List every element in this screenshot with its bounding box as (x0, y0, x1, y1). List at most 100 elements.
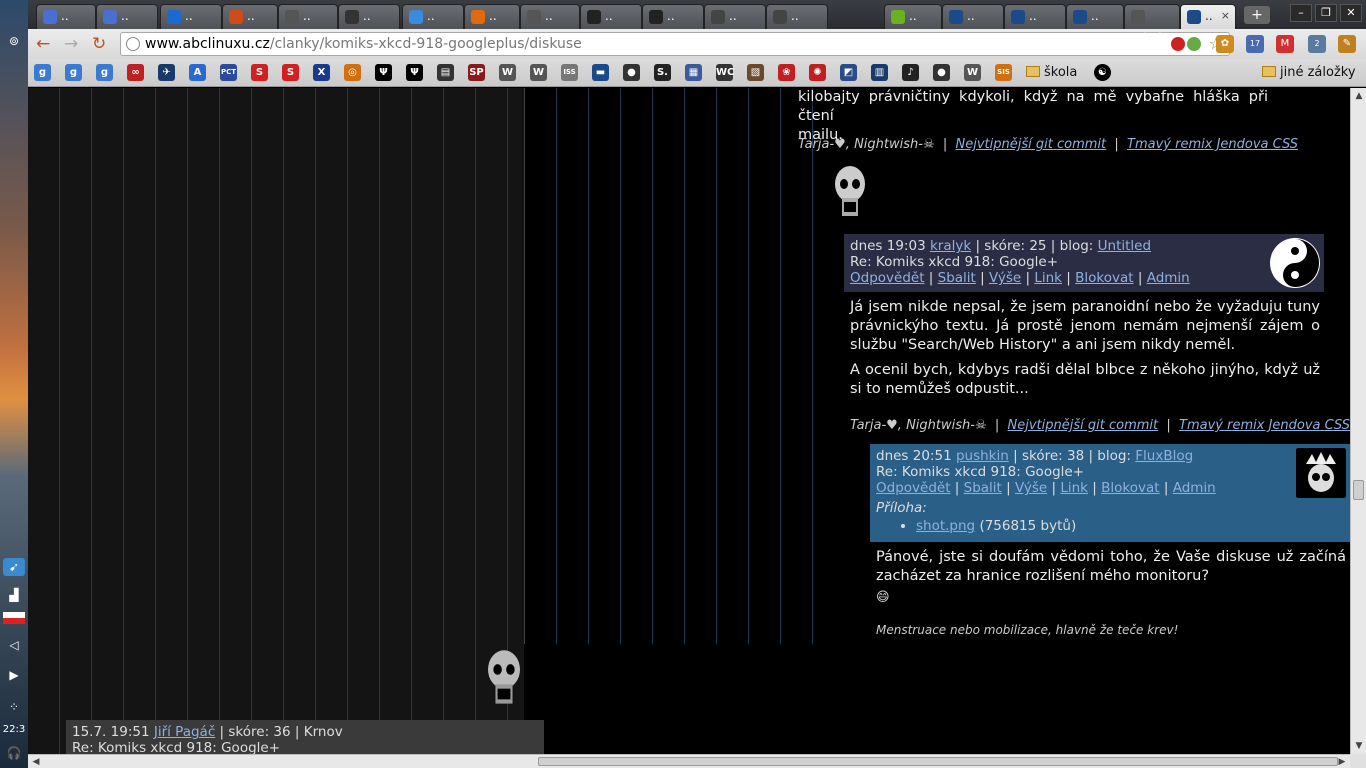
bookmark-icon[interactable]: Ψ (375, 64, 392, 81)
collapse-link[interactable]: Sbalit (938, 270, 976, 286)
bookmark-icon[interactable]: ▦ (685, 64, 702, 81)
media-play-icon[interactable]: ▶ (3, 666, 25, 684)
vertical-scroll-thumb[interactable] (1353, 480, 1364, 500)
tab[interactable]: .. (222, 4, 278, 29)
bookmark-icon[interactable]: ISS (561, 64, 578, 81)
bookmark-icon[interactable]: ▤ (437, 64, 454, 81)
admin-link[interactable]: Admin (1147, 270, 1190, 286)
attachment-link[interactable]: shot.png (916, 518, 975, 534)
maximize-button[interactable]: ❐ (1315, 4, 1337, 22)
signature-link-css-remix[interactable]: Tmavý remix Jendova CSS (1179, 418, 1350, 433)
bookmark-icon[interactable]: ▥ (871, 64, 888, 81)
tab-close-icon[interactable]: × (1221, 5, 1230, 27)
bookmark-folder-skola[interactable]: škola (1026, 63, 1077, 83)
bookmark-icon[interactable]: g (34, 64, 51, 81)
blog-link[interactable]: Untitled (1098, 238, 1151, 254)
headphones-icon[interactable]: 🎧 (3, 744, 25, 762)
bookmark-icon[interactable]: ◩ (840, 64, 857, 81)
bookmark-icon[interactable]: ✈ (158, 64, 175, 81)
bookmark-icon[interactable]: ▬ (592, 64, 609, 81)
bookmark-icon[interactable]: ● (933, 64, 950, 81)
vertical-scrollbar[interactable]: ▲ ▼ (1350, 88, 1366, 754)
reload-icon[interactable]: ↻ (92, 34, 106, 54)
gmail-icon[interactable]: M (1276, 35, 1294, 53)
tab[interactable]: .. (520, 4, 580, 29)
collapse-link[interactable]: Sbalit (964, 480, 1002, 496)
bookmark-icon[interactable]: W (499, 64, 516, 81)
wrench-menu-icon[interactable]: ✎ (1338, 35, 1356, 53)
kde-menu-icon[interactable]: ⊚ (3, 32, 25, 50)
reply-link[interactable]: Odpovědět (876, 480, 951, 496)
forward-arrow-icon[interactable]: → (64, 34, 78, 54)
keyboard-layout-cz-icon[interactable] (3, 612, 25, 624)
page-extension-icon[interactable] (1187, 37, 1201, 51)
author-link[interactable]: kralyk (930, 238, 971, 254)
block-link[interactable]: Blokovat (1075, 270, 1133, 286)
scroll-right-arrow-icon[interactable]: ▶ (1336, 756, 1348, 768)
kde-clock[interactable]: 22:3 (0, 724, 28, 735)
network-activity-icon[interactable]: ⁘ (3, 698, 25, 716)
extension-sync-icon[interactable]: 2 (1308, 35, 1326, 53)
volume-icon[interactable]: ◁ (3, 636, 25, 654)
bookmark-icon[interactable]: SP (468, 64, 485, 81)
bookmark-icon[interactable]: ✺ (809, 64, 826, 81)
tab[interactable]: .. (96, 4, 158, 29)
author-link[interactable]: Jiří Pagáč (154, 724, 215, 740)
tab[interactable]: .. (278, 4, 338, 29)
new-tab-button[interactable]: + (1244, 6, 1270, 24)
bookmark-icon[interactable]: X (313, 64, 330, 81)
permalink-link[interactable]: Link (1034, 270, 1062, 286)
tab[interactable]: .. (642, 4, 704, 29)
tab[interactable]: .. (338, 4, 400, 29)
bookmark-icon[interactable]: W (964, 64, 981, 81)
bookmark-icon[interactable]: ❀ (778, 64, 795, 81)
bookmark-icon[interactable]: ● (623, 64, 640, 81)
bookmark-folder-other[interactable]: jiné záložky (1262, 63, 1356, 83)
extension-basket-icon[interactable]: ✿ (1216, 35, 1234, 53)
horizontal-scrollbar[interactable]: ◀ ▶ (28, 754, 1350, 768)
tab[interactable]: .. (464, 4, 520, 29)
bookmark-icon[interactable]: S (251, 64, 268, 81)
bookmark-icon[interactable]: A (189, 64, 206, 81)
tab[interactable]: .. (766, 4, 828, 29)
adblock-icon[interactable] (1171, 37, 1185, 51)
admin-link[interactable]: Admin (1173, 480, 1216, 496)
bookmark-icon[interactable]: PCT (220, 64, 237, 81)
horizontal-scroll-thumb[interactable] (538, 757, 1338, 766)
scroll-left-arrow-icon[interactable]: ◀ (30, 756, 42, 768)
scroll-down-arrow-icon[interactable]: ▼ (1353, 740, 1365, 752)
extension-reader-icon[interactable]: 17 (1246, 35, 1264, 53)
tab[interactable]: .. (160, 4, 222, 29)
block-link[interactable]: Blokovat (1101, 480, 1159, 496)
bookmark-icon[interactable]: WC (716, 64, 734, 81)
tab[interactable]: .. (1004, 4, 1066, 29)
signal-strength-icon[interactable]: ▟ (3, 586, 25, 604)
signature-link-git-commit[interactable]: Nejvtipnější git commit (1008, 418, 1159, 433)
signature-link-css-remix[interactable]: Tmavý remix Jendova CSS (1127, 137, 1298, 152)
bookmark-icon[interactable]: ∞ (127, 64, 144, 81)
bookmark-icon[interactable]: ◎ (344, 64, 361, 81)
bookmark-icon[interactable]: g (96, 64, 113, 81)
parent-link[interactable]: Výše (1015, 480, 1047, 496)
permalink-link[interactable]: Link (1060, 480, 1088, 496)
tab[interactable]: .. (402, 4, 464, 29)
author-link[interactable]: pushkin (956, 448, 1009, 464)
tab[interactable]: .. (1066, 4, 1124, 29)
yin-yang-bookmark-icon[interactable]: ☯ (1094, 64, 1111, 81)
address-bar[interactable]: www.abclinuxu.cz/clanky/komiks-xkcd-918-… (120, 32, 1230, 56)
network-manager-icon[interactable]: ➹ (3, 558, 25, 576)
close-window-button[interactable]: ✕ (1340, 4, 1362, 22)
bookmark-icon[interactable]: ♪ (902, 64, 919, 81)
minimize-button[interactable]: – (1290, 4, 1312, 22)
tab[interactable]: .. (884, 4, 942, 29)
tab[interactable]: .. (942, 4, 1004, 29)
tab[interactable]: .. (580, 4, 642, 29)
reply-link[interactable]: Odpovědět (850, 270, 925, 286)
bookmark-icon[interactable]: S. (654, 64, 671, 81)
blog-link[interactable]: FluxBlog (1135, 448, 1193, 464)
back-arrow-icon[interactable]: ← (36, 34, 50, 54)
bookmark-icon[interactable]: Ψ (406, 64, 423, 81)
tab[interactable]: .. (36, 4, 96, 29)
tab[interactable]: .. (704, 4, 766, 29)
tab[interactable]: Admin (1124, 4, 1180, 45)
